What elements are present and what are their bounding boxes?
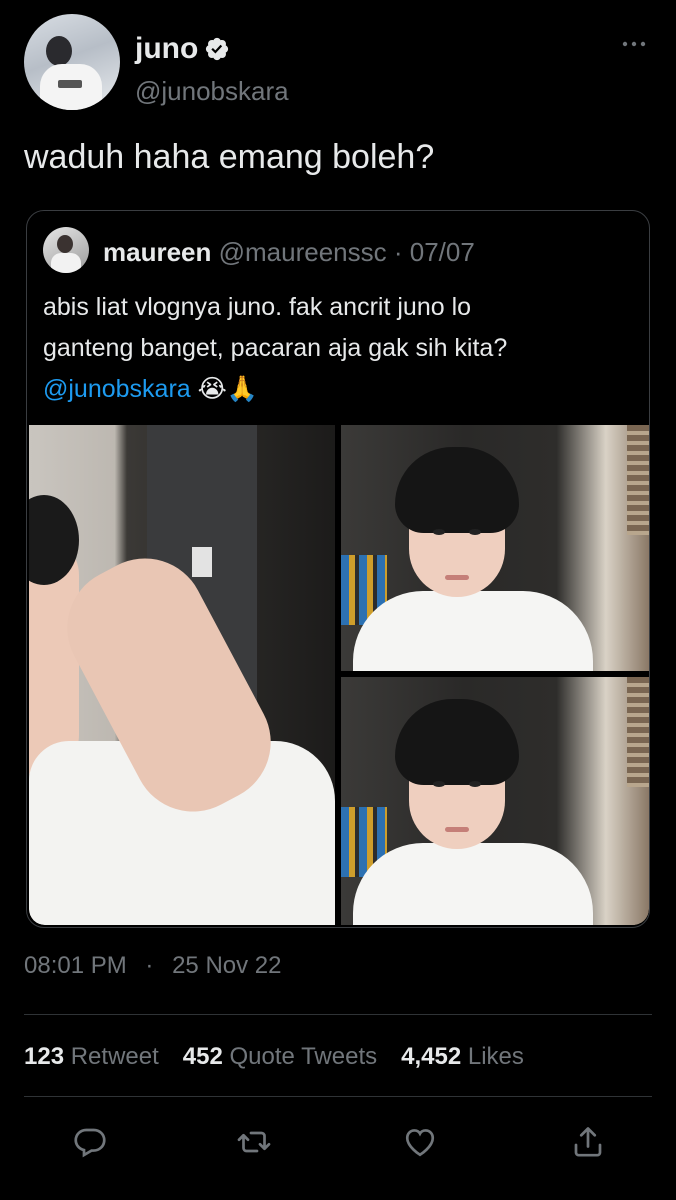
photo-shirt bbox=[353, 591, 593, 671]
tweet-timestamp[interactable]: 08:01 PM · 25 Nov 22 bbox=[24, 952, 281, 980]
share-button[interactable] bbox=[570, 1124, 606, 1160]
divider bbox=[24, 1096, 652, 1097]
reply-icon bbox=[74, 1128, 106, 1158]
retweet-button[interactable] bbox=[236, 1124, 272, 1160]
like-count-value: 4,452 bbox=[401, 1043, 462, 1070]
retweet-icon bbox=[237, 1131, 271, 1153]
quote-count-label: Quote Tweets bbox=[229, 1043, 378, 1070]
quoted-handle[interactable]: @maureenssc bbox=[219, 237, 387, 267]
quoted-header: maureen @maureenssc · 07/07 bbox=[103, 237, 475, 268]
tweet-header: juno @junobskara bbox=[24, 14, 652, 114]
media-photo-top-right[interactable] bbox=[341, 425, 649, 671]
photo-hair bbox=[395, 699, 519, 785]
quoted-date: 07/07 bbox=[409, 237, 475, 267]
retweet-count-value: 123 bbox=[24, 1043, 65, 1070]
quoted-display-name[interactable]: maureen bbox=[103, 237, 211, 267]
photo-mouth bbox=[445, 827, 469, 832]
quoted-emoji: 😭🙏 bbox=[197, 375, 258, 403]
photo-eye bbox=[469, 781, 481, 787]
tweet-stats: 123 Retweet 452 Quote Tweets 4,452 Likes bbox=[24, 1043, 524, 1071]
photo-eye bbox=[469, 529, 481, 535]
quoted-text-line: ganteng banget, pacaran aja gak sih kita… bbox=[43, 334, 508, 362]
avatar-head bbox=[46, 36, 72, 66]
share-icon bbox=[574, 1127, 602, 1157]
tweet-actions bbox=[0, 1118, 676, 1168]
quoted-tweet[interactable]: maureen @maureenssc · 07/07 abis liat vl… bbox=[26, 210, 650, 928]
timestamp-dot: · bbox=[145, 952, 154, 979]
quoted-text-line: @junobskara 😭🙏 bbox=[43, 369, 633, 410]
photo-shirt bbox=[353, 843, 593, 925]
quoted-text: abis liat vlognya juno. fak ancrit juno … bbox=[43, 287, 633, 410]
verified-badge-icon bbox=[206, 37, 229, 61]
photo-eye bbox=[433, 529, 445, 535]
like-count[interactable]: 4,452 Likes bbox=[401, 1043, 524, 1071]
media-photo-bottom-right[interactable] bbox=[341, 677, 649, 925]
retweet-count-label: Retweet bbox=[70, 1043, 159, 1070]
quoted-text-line: abis liat vlognya juno. fak ancrit juno … bbox=[43, 293, 472, 321]
retweet-count[interactable]: 123 Retweet bbox=[24, 1043, 159, 1071]
photo-mouth bbox=[445, 575, 469, 580]
author-handle[interactable]: @junobskara bbox=[135, 76, 289, 107]
quote-count[interactable]: 452 Quote Tweets bbox=[183, 1043, 377, 1071]
photo-window bbox=[627, 425, 649, 535]
quoted-avatar-body bbox=[51, 253, 81, 273]
reply-button[interactable] bbox=[72, 1124, 108, 1160]
more-horizontal-icon[interactable] bbox=[622, 38, 646, 50]
photo-door-sign bbox=[192, 547, 212, 577]
author-avatar[interactable] bbox=[24, 14, 120, 110]
tweet-text: waduh haha emang boleh? bbox=[24, 138, 435, 176]
tweet-time: 08:01 PM bbox=[24, 952, 127, 979]
quoted-media-grid bbox=[29, 425, 649, 925]
divider bbox=[24, 1014, 652, 1015]
quoted-separator: · bbox=[386, 237, 410, 267]
quoted-avatar-head bbox=[57, 235, 73, 253]
quote-count-value: 452 bbox=[182, 1043, 223, 1070]
author-name-row[interactable]: juno bbox=[135, 32, 230, 66]
quoted-author-avatar[interactable] bbox=[43, 227, 89, 273]
like-button[interactable] bbox=[402, 1124, 438, 1160]
avatar-shirt-print bbox=[58, 80, 82, 88]
heart-icon bbox=[405, 1129, 435, 1157]
mention-link[interactable]: @junobskara bbox=[43, 375, 191, 403]
photo-eye bbox=[433, 781, 445, 787]
media-photo-left[interactable] bbox=[29, 425, 335, 925]
photo-hair bbox=[395, 447, 519, 533]
photo-window bbox=[627, 677, 649, 787]
tweet-date: 25 Nov 22 bbox=[172, 952, 282, 979]
author-display-name[interactable]: juno bbox=[135, 32, 198, 66]
like-count-label: Likes bbox=[467, 1043, 524, 1070]
